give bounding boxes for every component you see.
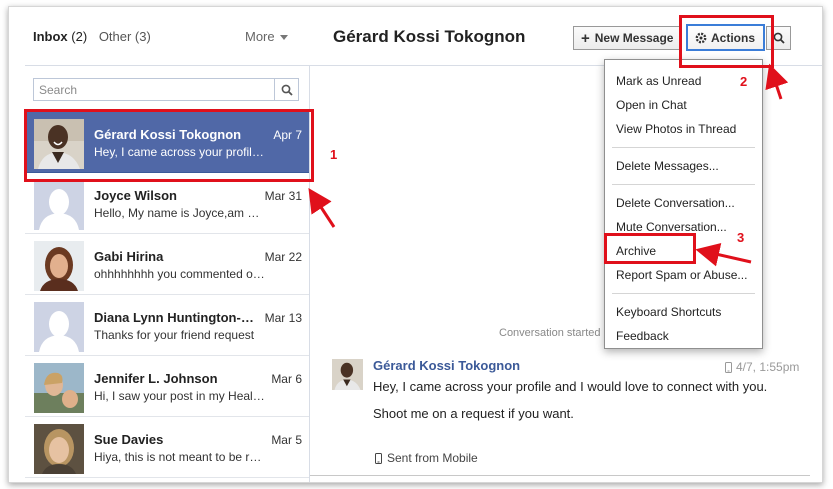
messages-window: Inbox (2) Other (3) More Search Gérard K… bbox=[8, 6, 823, 483]
arrow-icon bbox=[308, 187, 336, 228]
arrow-icon bbox=[765, 63, 789, 100]
arrow-icon bbox=[695, 242, 752, 267]
annotation-arrows bbox=[308, 63, 789, 267]
